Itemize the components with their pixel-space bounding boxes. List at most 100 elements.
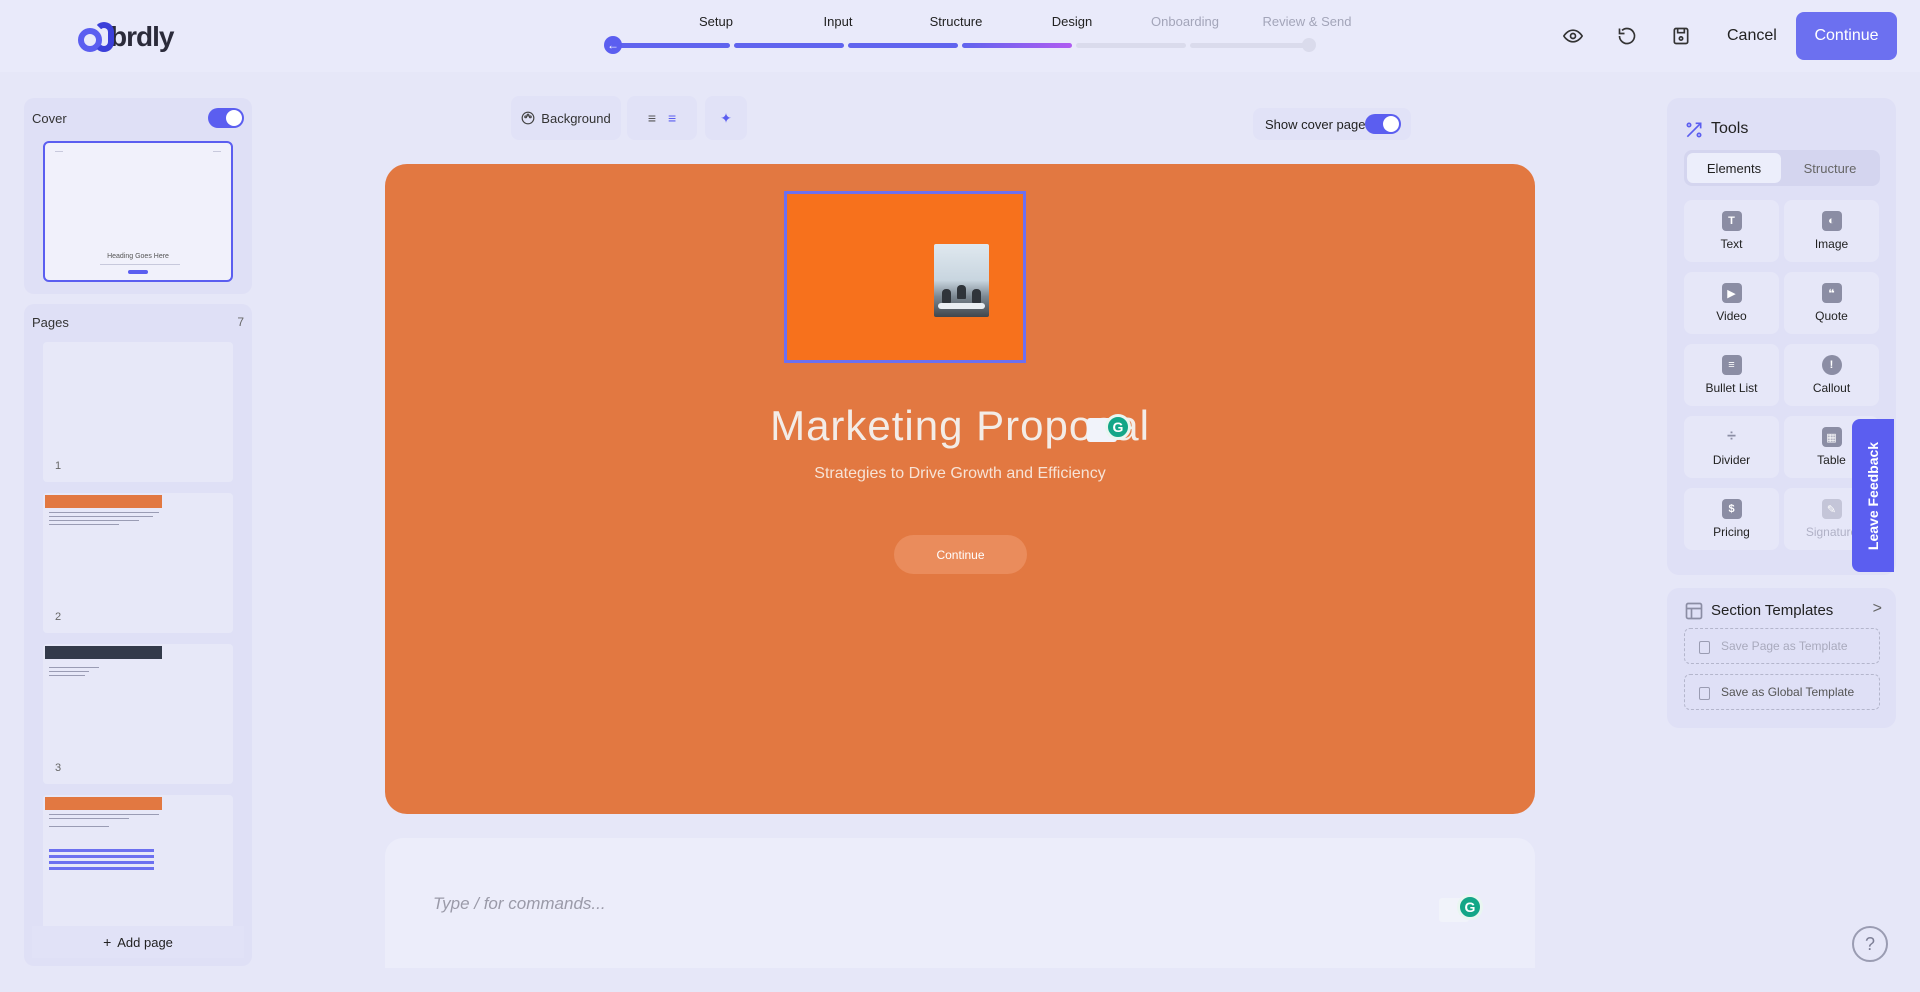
- undo-button[interactable]: [1607, 16, 1647, 56]
- cancel-button[interactable]: Cancel: [1715, 16, 1789, 56]
- background-label: Background: [541, 110, 611, 126]
- step-review-send[interactable]: Review & Send: [1252, 14, 1362, 29]
- grammarly-icon: G: [1457, 894, 1483, 920]
- tool-quote[interactable]: ❝ Quote: [1784, 272, 1879, 334]
- leave-feedback-tab[interactable]: Leave Feedback: [1852, 419, 1894, 572]
- callout-icon: !: [1821, 355, 1842, 375]
- step-design[interactable]: Design: [1017, 14, 1127, 29]
- tool-pricing[interactable]: $ Pricing: [1684, 488, 1779, 550]
- progress-stepper: Setup Input Structure Design Onboarding …: [604, 14, 1351, 54]
- text-icon: T: [1721, 211, 1742, 231]
- step-end-dot: [1302, 38, 1316, 52]
- add-page-button[interactable]: + Add page: [32, 926, 244, 958]
- chevron-right-icon[interactable]: >: [1873, 600, 1882, 618]
- page-number: 2: [55, 611, 62, 623]
- palette-icon: [521, 111, 535, 125]
- table-icon: ▦: [1821, 427, 1842, 447]
- cover-label: Cover: [32, 111, 67, 126]
- save-button[interactable]: [1661, 16, 1701, 56]
- step-bar-input: [734, 43, 844, 48]
- step-bar-review: [1190, 43, 1306, 48]
- logo-text: brdly: [110, 21, 174, 52]
- cover-toggle[interactable]: [208, 108, 244, 128]
- align-center-icon[interactable]: ≡: [668, 110, 676, 126]
- step-back-arrow-icon[interactable]: ←: [604, 36, 622, 54]
- pages-panel: Pages 7 1 2 3 + Add page: [24, 304, 252, 966]
- step-input[interactable]: Input: [783, 14, 893, 29]
- preview-button[interactable]: [1553, 16, 1593, 56]
- step-bar-design: [962, 43, 1072, 48]
- cover-title[interactable]: Marketing Proposal: [385, 402, 1535, 450]
- page-thumbnail-3[interactable]: 3: [43, 644, 233, 784]
- cover-image-frame[interactable]: [784, 191, 1026, 363]
- step-bar-structure: [848, 43, 958, 48]
- tool-video[interactable]: ▶ Video: [1684, 272, 1779, 334]
- page-thumbnail-2[interactable]: 2: [43, 493, 233, 633]
- tool-text[interactable]: T Text: [1684, 200, 1779, 262]
- command-input[interactable]: [433, 894, 1333, 914]
- tool-image[interactable]: ◐ Image: [1784, 200, 1879, 262]
- show-cover-toggle[interactable]: [1365, 114, 1401, 134]
- eye-icon: [1563, 29, 1583, 43]
- pricing-icon: $: [1721, 499, 1742, 519]
- sparkle-icon: ✦: [720, 109, 732, 126]
- cover-thumbnail[interactable]: Heading Goes Here: [43, 141, 233, 282]
- continue-button[interactable]: Continue: [1796, 12, 1897, 60]
- quote-icon: ❝: [1821, 283, 1842, 303]
- tools-tabs: Elements Structure: [1684, 150, 1880, 186]
- page-thumbnail-4[interactable]: [43, 795, 233, 935]
- tool-divider[interactable]: ÷ Divider: [1684, 416, 1779, 478]
- bullet-list-icon: ≡: [1721, 355, 1742, 375]
- grammarly-icon: G: [1105, 414, 1131, 440]
- background-button[interactable]: Background: [511, 96, 621, 140]
- signature-icon: ✎: [1821, 499, 1842, 519]
- cover-panel: Cover Heading Goes Here: [24, 98, 252, 294]
- cover-continue-button[interactable]: Continue: [894, 535, 1027, 574]
- plus-icon: +: [103, 934, 112, 950]
- step-bar-setup: [612, 43, 730, 48]
- align-left-icon[interactable]: ≡: [648, 110, 656, 126]
- meeting-photo: [934, 244, 989, 317]
- cover-canvas[interactable]: Marketing Proposal Strategies to Drive G…: [385, 164, 1535, 814]
- logo[interactable]: brdly: [78, 20, 174, 54]
- section-templates-panel: Section Templates > Save Page as Templat…: [1667, 588, 1896, 728]
- save-icon: [1673, 27, 1689, 45]
- question-icon: ?: [1864, 933, 1875, 954]
- help-button[interactable]: ?: [1852, 926, 1888, 962]
- step-structure[interactable]: Structure: [901, 14, 1011, 29]
- cover-thumb-heading: Heading Goes Here: [107, 253, 169, 260]
- step-setup[interactable]: Setup: [661, 14, 771, 29]
- add-page-label: Add page: [117, 934, 173, 950]
- image-icon: ◐: [1821, 211, 1842, 231]
- pages-count: 7: [237, 315, 244, 329]
- pages-label: Pages: [32, 315, 69, 330]
- ai-magic-button[interactable]: ✦: [705, 96, 747, 140]
- save-icon: [1699, 641, 1710, 654]
- logo-mark-icon: [78, 20, 114, 54]
- page-number: 1: [55, 460, 62, 472]
- tools-icon: [1686, 122, 1702, 138]
- step-onboarding[interactable]: Onboarding: [1130, 14, 1240, 29]
- tool-bullet-list[interactable]: ≡ Bullet List: [1684, 344, 1779, 406]
- cover-subtitle[interactable]: Strategies to Drive Growth and Efficienc…: [385, 465, 1535, 483]
- alignment-group: ≡ ≡: [627, 96, 697, 140]
- tab-elements[interactable]: Elements: [1687, 153, 1781, 183]
- template-icon: [1685, 602, 1703, 620]
- undo-icon: [1618, 27, 1636, 45]
- grammarly-badge-command[interactable]: G: [1439, 892, 1483, 922]
- show-cover-label: Show cover page: [1265, 116, 1366, 132]
- command-area: G: [385, 838, 1535, 968]
- document-icon: [1699, 687, 1710, 700]
- tools-title: Tools: [1711, 120, 1749, 137]
- leave-feedback-label: Leave Feedback: [1865, 441, 1881, 550]
- save-page-template-button[interactable]: Save Page as Template: [1684, 628, 1880, 664]
- section-templates-title: Section Templates: [1711, 602, 1834, 619]
- page-number: 3: [55, 762, 62, 774]
- page-thumbnail-1[interactable]: 1: [43, 342, 233, 482]
- divider-icon: ÷: [1727, 428, 1736, 445]
- save-global-template-button[interactable]: Save as Global Template: [1684, 674, 1880, 710]
- tab-structure[interactable]: Structure: [1783, 153, 1877, 183]
- tool-callout[interactable]: ! Callout: [1784, 344, 1879, 406]
- grammarly-badge[interactable]: G: [1087, 412, 1131, 442]
- video-icon: ▶: [1721, 283, 1742, 303]
